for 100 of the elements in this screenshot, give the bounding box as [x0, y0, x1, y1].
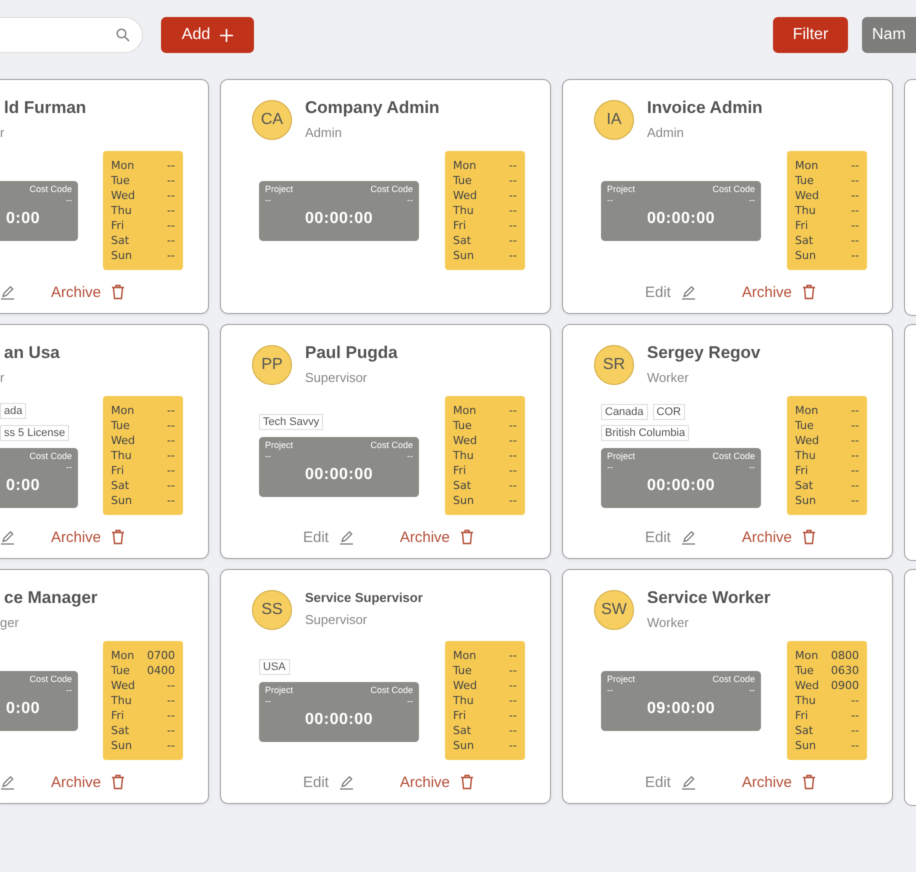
pencil-icon: [0, 774, 15, 790]
day-hours: --: [851, 203, 859, 218]
search-field[interactable]: [0, 17, 143, 53]
day-label: Sat: [795, 723, 814, 738]
tag: British Columbia: [601, 424, 690, 440]
day-label: Sat: [453, 723, 472, 738]
employee-name: ce Manager: [4, 588, 98, 608]
archive-link[interactable]: Archive: [400, 528, 474, 546]
day-hours: --: [851, 418, 859, 433]
cost-code-label: Cost Code: [29, 451, 72, 462]
edit-link[interactable]: [0, 530, 15, 544]
day-hours: --: [509, 693, 517, 708]
avatar: CA: [252, 100, 292, 140]
edit-link[interactable]: Edit: [645, 284, 696, 300]
day-hours: --: [167, 493, 175, 508]
day-label: Tue: [453, 418, 472, 433]
day-hours: --: [167, 433, 175, 448]
day-hours: --: [167, 203, 175, 218]
project-value: --: [607, 684, 613, 696]
day-hours: --: [509, 463, 517, 478]
day-label: Thu: [453, 203, 474, 218]
pencil-icon: [338, 774, 354, 790]
day-label: Thu: [795, 448, 816, 463]
day-label: Sun: [795, 493, 816, 508]
day-label: Tue: [453, 173, 472, 188]
day-label: Tue: [795, 663, 814, 678]
day-hours: --: [167, 188, 175, 203]
day-hours: --: [851, 738, 859, 753]
cost-code-label: Cost Code: [370, 440, 413, 451]
day-hours: --: [851, 478, 859, 493]
day-label: Wed: [453, 433, 477, 448]
day-hours: --: [509, 448, 517, 463]
trash-icon: [460, 529, 474, 545]
project-label: Project: [607, 184, 636, 194]
day-hours: --: [509, 708, 517, 723]
day-hours: --: [851, 158, 859, 173]
day-label: Fri: [111, 708, 124, 723]
edit-link[interactable]: Edit: [303, 528, 354, 546]
filter-button[interactable]: Filter: [773, 17, 848, 53]
day-hours: --: [167, 708, 175, 723]
day-label: Mon: [453, 648, 476, 663]
cost-code-label: Cost Code: [712, 450, 755, 462]
day-hours: --: [167, 403, 175, 418]
cost-code-value: --: [66, 194, 72, 206]
day-hours: --: [851, 188, 859, 203]
add-button[interactable]: Add: [161, 17, 254, 53]
employee-role: Supervisor: [305, 370, 368, 385]
day-label: Sun: [111, 738, 132, 753]
cost-code-label: Cost Code: [370, 685, 413, 696]
edit-link[interactable]: [0, 774, 15, 790]
archive-link[interactable]: Archive: [742, 774, 816, 790]
archive-link[interactable]: Archive: [51, 774, 126, 790]
day-hours: --: [851, 218, 859, 233]
day-label: Thu: [795, 693, 816, 708]
project-label: Project: [607, 674, 636, 684]
day-label: Thu: [111, 448, 132, 463]
archive-link[interactable]: Archive: [742, 284, 816, 300]
day-hours: --: [851, 433, 859, 448]
day-label: Wed: [111, 678, 135, 693]
employee-role: Worker: [647, 370, 690, 385]
day-label: Wed: [111, 433, 135, 448]
day-hours: --: [167, 248, 175, 263]
employee-name: Service Worker: [647, 588, 770, 608]
employee-name: Service Supervisor: [305, 590, 423, 605]
cost-code-value: --: [66, 462, 72, 473]
edit-link[interactable]: Edit: [303, 774, 354, 790]
cost-code-value: --: [407, 451, 413, 462]
cost-code-label: Cost Code: [370, 184, 413, 194]
project-value: --: [607, 194, 613, 206]
day-hours: --: [167, 233, 175, 248]
edit-link[interactable]: [0, 284, 15, 300]
cost-code-value: --: [407, 696, 413, 707]
day-hours: --: [851, 708, 859, 723]
pencil-icon: [680, 530, 696, 544]
employee-name: Sergey Regov: [647, 343, 760, 363]
day-hours: --: [167, 478, 175, 493]
day-label: Tue: [111, 418, 130, 433]
day-hours: --: [509, 493, 517, 508]
day-hours: --: [851, 493, 859, 508]
archive-link[interactable]: Archive: [742, 528, 816, 546]
sort-button[interactable]: Nam: [862, 17, 916, 53]
day-label: Wed: [111, 188, 135, 203]
archive-link[interactable]: Archive: [51, 284, 126, 300]
day-hours: --: [851, 403, 859, 418]
archive-link[interactable]: Archive: [51, 528, 126, 546]
day-hours: --: [509, 158, 517, 173]
timer-value: 09:00:00: [646, 700, 716, 718]
day-label: Sat: [111, 478, 130, 493]
edit-link[interactable]: Edit: [645, 774, 696, 790]
edit-link[interactable]: Edit: [645, 528, 696, 546]
cost-code-value: --: [66, 684, 72, 696]
archive-link[interactable]: Archive: [400, 774, 474, 790]
day-label: Sun: [453, 493, 474, 508]
day-hours: --: [167, 448, 175, 463]
tag: Canada: [601, 404, 648, 420]
day-hours: --: [167, 678, 175, 693]
day-label: Fri: [795, 708, 808, 723]
day-hours: --: [851, 173, 859, 188]
avatar: PP: [252, 345, 292, 385]
day-hours: --: [851, 233, 859, 248]
